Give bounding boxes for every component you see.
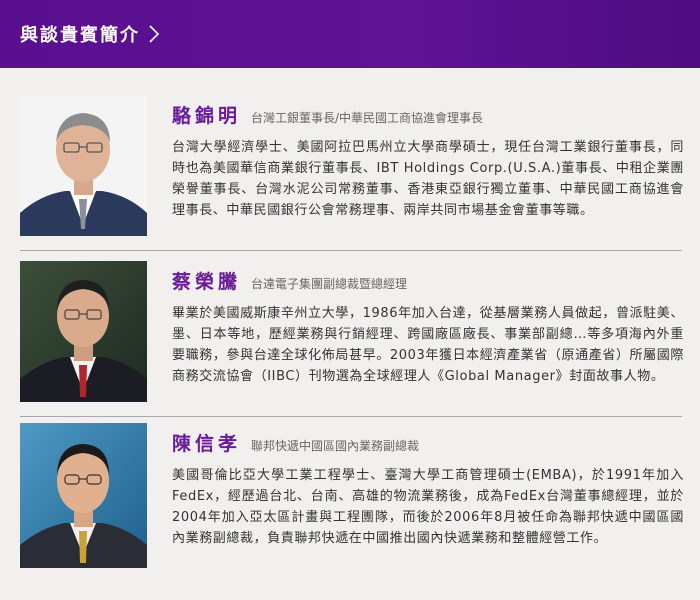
guest-photo <box>20 423 147 568</box>
guest-entry: 陳信孝 聯邦快遞中國區國內業務副總裁 美國哥倫比亞大學工業工程學士、臺灣大學工商… <box>20 417 684 577</box>
guest-name: 陳信孝 <box>172 433 242 455</box>
section-title: 與談貴賓簡介 <box>20 25 140 46</box>
guest-entry: 駱錦明 台灣工銀董事長/中華民國工商協進會理事長 台灣大學經濟學士、美國阿拉巴馬… <box>20 95 684 251</box>
guest-entry: 蔡榮騰 台達電子集團副總裁暨總經理 畢業於美國威斯康辛州立大學，1986年加入台… <box>20 251 684 417</box>
guest-title: 聯邦快遞中國區國內業務副總裁 <box>251 439 420 453</box>
guest-bio: 畢業於美國威斯康辛州立大學，1986年加入台達，從基層業務人員做起，曾派駐美、墨… <box>172 306 684 384</box>
guest-title: 台灣工銀董事長/中華民國工商協進會理事長 <box>251 111 484 125</box>
guest-title: 台達電子集團副總裁暨總經理 <box>251 277 408 291</box>
guest-bio: 台灣大學經濟學士、美國阿拉巴馬州立大學商學碩士，現任台灣工業銀行董事長，同時也為… <box>172 140 684 218</box>
guest-photo <box>20 261 147 402</box>
chevron-right-icon[interactable] <box>148 24 160 44</box>
guest-list: 駱錦明 台灣工銀董事長/中華民國工商協進會理事長 台灣大學經濟學士、美國阿拉巴馬… <box>20 95 684 577</box>
guest-bio: 美國哥倫比亞大學工業工程學士、臺灣大學工商管理碩士(EMBA)，於1991年加入… <box>172 468 684 546</box>
guest-info: 陳信孝 聯邦快遞中國區國內業務副總裁 美國哥倫比亞大學工業工程學士、臺灣大學工商… <box>172 429 684 549</box>
guest-name: 蔡榮騰 <box>172 271 242 293</box>
guest-photo <box>20 95 147 236</box>
section-header: 與談貴賓簡介 <box>0 0 700 68</box>
guest-info: 駱錦明 台灣工銀董事長/中華民國工商協進會理事長 台灣大學經濟學士、美國阿拉巴馬… <box>172 101 684 221</box>
guest-info: 蔡榮騰 台達電子集團副總裁暨總經理 畢業於美國威斯康辛州立大學，1986年加入台… <box>172 267 684 387</box>
guest-name: 駱錦明 <box>172 105 242 127</box>
